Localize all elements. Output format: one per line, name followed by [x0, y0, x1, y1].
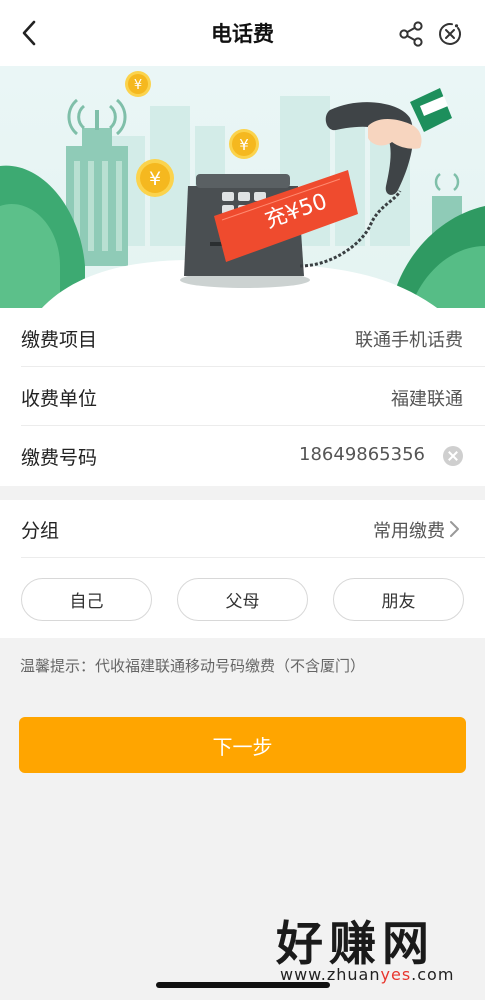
share-icon[interactable] — [397, 20, 425, 48]
svg-text:¥: ¥ — [149, 168, 161, 190]
row-value: 联通手机话费 — [355, 330, 463, 351]
phone-number-field[interactable]: 18649865356 — [299, 444, 425, 465]
group-label: 分组 — [21, 520, 60, 542]
row-label: 缴费项目 — [21, 329, 98, 351]
row-value: 福建联通 — [391, 389, 463, 410]
group-chip-self[interactable]: 自己 — [21, 578, 152, 621]
group-value: 常用缴费 — [373, 521, 445, 542]
bill-item-row[interactable]: 缴费项目 联通手机话费 — [21, 308, 485, 367]
next-button[interactable]: 下一步 — [19, 717, 466, 773]
group-chip-friends[interactable]: 朋友 — [333, 578, 464, 621]
chevron-right-icon — [447, 519, 463, 539]
close-icon[interactable] — [437, 21, 463, 47]
nav-bar: 电话费 — [0, 0, 485, 66]
group-selector[interactable]: 分组 常用缴费 — [21, 500, 485, 558]
group-chip-parents[interactable]: 父母 — [177, 578, 308, 621]
row-label: 缴费号码 — [21, 447, 98, 469]
home-indicator — [156, 982, 330, 988]
row-label: 收费单位 — [21, 388, 98, 410]
tip-text: 温馨提示：代收福建联通移动号码缴费（不含厦门） — [20, 657, 366, 675]
phone-number-row: 缴费号码 18649865356 — [21, 426, 485, 485]
clear-icon[interactable] — [443, 446, 463, 466]
svg-text:¥: ¥ — [239, 136, 249, 154]
watermark-logo: 好赚网 — [276, 917, 435, 972]
svg-text:¥: ¥ — [134, 78, 142, 93]
group-card: 分组 常用缴费 自己 父母 朋友 — [0, 500, 485, 638]
site-watermark: 好赚网 www.zhuanyes.com — [268, 905, 473, 989]
banner-illustration: ¥ ¥ ¥ 充¥50 — [0, 66, 485, 310]
bill-info-card: 缴费项目 联通手机话费 收费单位 福建联通 缴费号码 18649865356 — [0, 308, 485, 486]
payee-row[interactable]: 收费单位 福建联通 — [21, 367, 485, 426]
